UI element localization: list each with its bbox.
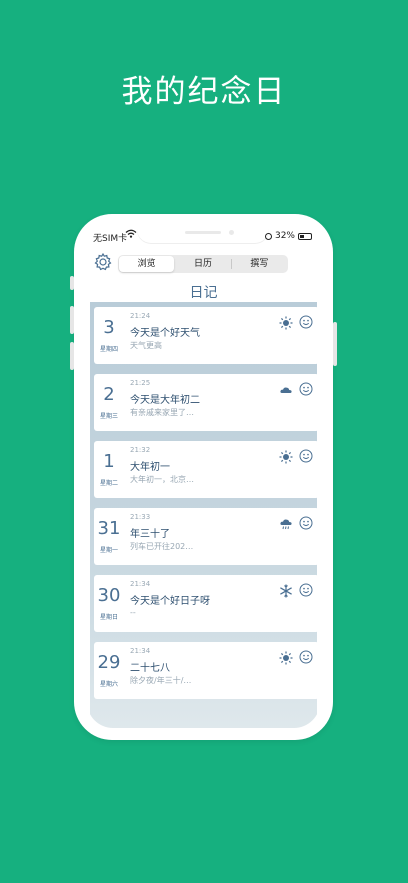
diary-entry-card[interactable]: 29 星期六 21:34 二十七八除夕夜/年三十/…	[94, 642, 319, 699]
entry-title: 今天是大年初二	[130, 395, 200, 406]
entry-weekday: 星期日	[99, 614, 118, 621]
smile-icon	[299, 650, 313, 664]
phone-side-button	[70, 276, 74, 290]
carrier-label: 无SIM卡	[93, 234, 128, 244]
entry-preview: 列车已开往202…	[130, 542, 194, 551]
entry-weekday: 星期六	[99, 681, 118, 688]
smile-icon	[299, 449, 313, 463]
phone-power-button	[333, 322, 337, 366]
entry-weekday: 星期三	[99, 413, 118, 420]
top-bar: 浏览 日历 撰写	[87, 250, 320, 278]
entry-time: 21:24	[130, 312, 151, 320]
diary-entry-card[interactable]: 31 星期一 21:33 年三十了列车已开往202…	[94, 508, 319, 565]
entry-title: 今天是个好日子呀	[130, 596, 210, 607]
sunny-icon	[279, 450, 293, 464]
smile-icon	[299, 315, 313, 329]
diary-entry-card[interactable]: 2 星期三 21:25 今天是大年初二 有亲戚来家里了…	[94, 374, 319, 431]
headline: 我的纪念日	[121, 74, 287, 110]
entry-day: 2	[103, 384, 115, 405]
sunny-icon	[279, 316, 293, 330]
cloudy-icon	[280, 387, 292, 393]
entry-day: 30	[97, 585, 121, 606]
entry-time: 21:34	[130, 647, 151, 655]
entry-weekday: 星期四	[99, 346, 118, 353]
tab-compose[interactable]: 撰写	[232, 256, 287, 272]
entry-time: 21:32	[130, 446, 151, 454]
sunny-icon	[279, 651, 293, 665]
speaker-grille	[185, 231, 221, 234]
entry-title: 今天是个好天气	[130, 328, 200, 339]
phone-volume-down-button	[70, 342, 74, 370]
snow-icon	[280, 584, 292, 598]
phone-screen: 无SIM卡 32% 浏览 日历 撰写 日记 3 星期四 21:24 今天是个好天…	[87, 226, 320, 728]
phone-frame: 无SIM卡 32% 浏览 日历 撰写 日记 3 星期四 21:24 今天是个好天…	[70, 214, 337, 740]
entry-day: 1	[103, 451, 115, 472]
diary-entry-card[interactable]: 3 星期四 21:24 今天是个好天气 天气更高	[94, 307, 319, 364]
entry-weekday: 星期二	[99, 480, 118, 487]
tab-browse[interactable]: 浏览	[119, 256, 175, 272]
gear-icon[interactable]	[93, 252, 113, 272]
entry-title: 二十七八	[130, 663, 170, 674]
diary-entry-card[interactable]: 30 星期日 21:34 今天是个好日子呀 --	[94, 575, 319, 632]
battery-percent: 32%	[274, 231, 295, 241]
orientation-lock-icon	[264, 232, 272, 240]
smile-icon	[299, 516, 313, 530]
entry-weekday: 星期一	[99, 547, 118, 554]
entry-title: 大年初一	[130, 462, 170, 473]
diary-entry-card[interactable]: 1 星期二 21:32 大年初一大年初一，北京…	[94, 441, 319, 498]
phone-notch	[137, 226, 269, 243]
entry-time: 21:33	[130, 513, 151, 521]
diary-list: 3 星期四 21:24 今天是个好天气 天气更高 2 星期三 21:25 今天是大年初二 有亲戚来…	[90, 302, 319, 728]
entry-preview: 除夕夜/年三十/…	[130, 676, 192, 685]
status-bar: 无SIM卡 32%	[87, 226, 320, 246]
entry-day: 3	[103, 317, 115, 338]
entry-title: 年三十了	[130, 529, 170, 540]
entry-preview: 有亲戚来家里了…	[130, 408, 194, 417]
phone-volume-up-button	[70, 306, 74, 334]
entry-day: 31	[97, 518, 121, 539]
view-segmented-control: 浏览 日历 撰写	[118, 255, 288, 273]
wifi-icon	[125, 229, 137, 238]
page-title: 日记	[189, 285, 218, 301]
tab-calendar[interactable]: 日历	[175, 256, 230, 272]
entry-day: 29	[97, 652, 121, 673]
front-camera	[229, 230, 234, 235]
entry-preview: 天气更高	[130, 341, 162, 350]
battery-icon	[298, 232, 312, 240]
smile-icon	[299, 382, 313, 396]
entry-time: 21:25	[130, 379, 151, 387]
entry-preview: --	[130, 608, 136, 617]
rain-icon	[280, 519, 292, 530]
smile-icon	[299, 583, 313, 597]
entry-preview: 大年初一，北京…	[130, 475, 194, 484]
entry-time: 21:34	[130, 580, 151, 588]
